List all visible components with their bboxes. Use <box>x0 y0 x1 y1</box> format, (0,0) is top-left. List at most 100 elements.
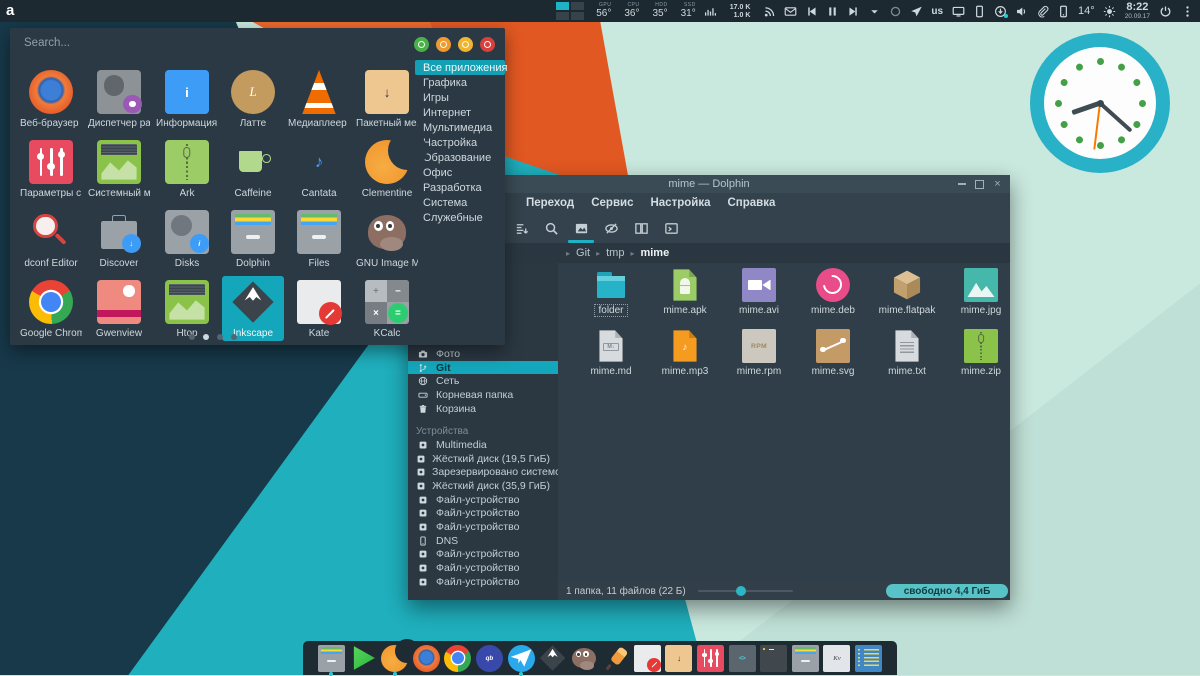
dock-item-terminal[interactable] <box>760 644 788 672</box>
places-item[interactable]: DNS <box>408 534 558 548</box>
rss-icon[interactable] <box>762 4 776 18</box>
file-item[interactable]: mime.flatpak <box>870 268 944 316</box>
places-item[interactable]: Зарезервировано системой <box>408 466 558 480</box>
folder-view[interactable]: folder mime.apk mime.avi mime.deb mime.flatp… <box>558 263 1010 582</box>
preview-icon[interactable] <box>568 220 594 243</box>
keyboard-layout[interactable]: us <box>931 6 943 17</box>
panel-clock[interactable]: 8:22 20.09.17 <box>1125 1 1150 21</box>
places-item[interactable]: Корневая папка <box>408 388 558 402</box>
places-item[interactable]: Файл-устройство <box>408 507 558 521</box>
weather-temperature[interactable]: 14° <box>1078 5 1095 17</box>
chevron-down-icon[interactable] <box>867 4 881 18</box>
dock-item-package-manager[interactable]: ↓ <box>665 644 693 672</box>
media-previous-icon[interactable] <box>804 4 818 18</box>
brightness-icon[interactable] <box>1103 4 1117 18</box>
breadcrumb-segment[interactable]: mime <box>640 247 669 259</box>
zoom-slider[interactable] <box>698 586 793 596</box>
app-item[interactable]: ♪ Cantata <box>286 136 352 201</box>
category-item[interactable]: Настройка <box>415 135 505 150</box>
page-dots[interactable] <box>10 334 415 340</box>
updates-icon[interactable] <box>993 4 1009 18</box>
category-item[interactable]: Образование <box>415 150 505 165</box>
lock-button[interactable] <box>436 37 451 52</box>
file-item[interactable]: mime.deb <box>796 268 870 316</box>
category-item[interactable]: Разработка <box>415 180 505 195</box>
split-view-icon[interactable] <box>633 220 649 236</box>
virtual-desktop-pager[interactable] <box>556 2 585 20</box>
session-circle-icon[interactable] <box>888 4 902 18</box>
menu-справка[interactable]: Справка <box>727 197 775 209</box>
app-item[interactable]: Gwenview <box>86 276 152 341</box>
places-item[interactable]: Файл-устройство <box>408 493 558 507</box>
file-item[interactable]: mime.svg <box>796 329 870 377</box>
dock-item-kate[interactable] <box>633 644 662 673</box>
places-item[interactable]: Файл-устройство <box>408 561 558 575</box>
dock-item-system-settings[interactable] <box>697 644 725 672</box>
desktop-3[interactable] <box>556 12 570 20</box>
media-next-icon[interactable] <box>846 4 860 18</box>
paperclip-icon[interactable] <box>1035 4 1049 18</box>
smartphone-icon[interactable] <box>1056 4 1070 18</box>
shutdown-button[interactable] <box>480 37 495 52</box>
category-item[interactable]: Графика <box>415 75 505 90</box>
menu-переход[interactable]: Переход <box>526 197 574 209</box>
dock-item-tasks[interactable] <box>855 644 883 672</box>
places-item[interactable]: Фото <box>408 347 558 361</box>
dock-item-telegram[interactable] <box>507 644 535 676</box>
places-item[interactable]: Сеть <box>408 374 558 388</box>
terminal-icon[interactable] <box>663 220 679 236</box>
menu-сервис[interactable]: Сервис <box>591 197 633 209</box>
desktop-1[interactable] <box>556 2 570 10</box>
restart-button[interactable] <box>458 37 473 52</box>
file-item[interactable]: folder <box>574 268 648 317</box>
category-item[interactable]: Мультимедиа <box>415 120 505 135</box>
dock-item-media-player[interactable] <box>350 645 377 672</box>
places-item[interactable]: Git <box>408 360 558 375</box>
file-item[interactable]: mime.jpg <box>944 268 1010 316</box>
dock-item-kvantum[interactable]: Kv <box>823 644 851 672</box>
app-item[interactable]: Медиаплеер … <box>286 66 352 131</box>
file-item[interactable]: mime.txt <box>870 329 944 377</box>
logout-button[interactable] <box>414 37 429 52</box>
menu-настройка[interactable]: Настройка <box>650 197 710 209</box>
app-item[interactable]: + − × = KCalc <box>354 276 420 341</box>
maximize-button[interactable] <box>975 179 984 189</box>
monitor-icon[interactable] <box>951 4 965 18</box>
app-item[interactable]: dconf Editor <box>18 206 84 271</box>
phone-icon[interactable] <box>972 4 986 18</box>
launcher-logo[interactable]: a <box>6 3 14 18</box>
minimize-button[interactable] <box>957 180 966 189</box>
app-item[interactable]: Inkscape <box>222 276 284 341</box>
app-item[interactable]: Системный м… <box>86 136 152 201</box>
app-item[interactable]: ↓ Discover <box>86 206 152 271</box>
file-item[interactable]: M↓ mime.md <box>574 329 648 377</box>
desktop-4[interactable] <box>571 12 585 20</box>
volume-icon[interactable] <box>1014 4 1028 18</box>
category-item[interactable]: Система <box>415 195 505 210</box>
category-item[interactable]: Служебные <box>415 210 505 225</box>
media-pause-icon[interactable] <box>825 4 839 18</box>
file-item[interactable]: ♪ mime.mp3 <box>648 329 722 377</box>
desktop-2[interactable] <box>571 2 585 10</box>
search-input[interactable]: Search... <box>24 37 70 49</box>
mail-icon[interactable] <box>783 4 797 18</box>
app-item[interactable]: Dolphin <box>222 206 284 271</box>
app-item[interactable]: Диспетчер ра… <box>86 66 152 131</box>
app-item[interactable]: Caffeine <box>222 136 284 201</box>
places-item[interactable]: Жёсткий диск (35,9 ГиБ) <box>408 479 558 493</box>
dock-item-clementine[interactable] <box>381 639 419 676</box>
app-item[interactable]: Clementine <box>354 131 427 201</box>
network-send-icon[interactable] <box>909 4 923 18</box>
file-item[interactable]: mime.avi <box>722 268 796 316</box>
file-item[interactable]: RPM mime.rpm <box>722 329 796 377</box>
app-item[interactable]: ↓ Пакетный ме… <box>354 66 420 131</box>
places-item[interactable]: Файл-устройство <box>408 520 558 534</box>
app-item[interactable]: Files <box>286 206 352 271</box>
dock-item-qbittorrent[interactable]: qb <box>475 644 503 672</box>
zoom-slider-knob[interactable] <box>736 586 746 596</box>
dock-item-chrome[interactable] <box>444 644 472 672</box>
sort-icon[interactable] <box>513 220 529 236</box>
dock-item-code-editor[interactable]: <> <box>728 644 756 672</box>
dock-item-gimp[interactable] <box>571 645 598 672</box>
dock-item-color-picker[interactable] <box>602 645 629 672</box>
